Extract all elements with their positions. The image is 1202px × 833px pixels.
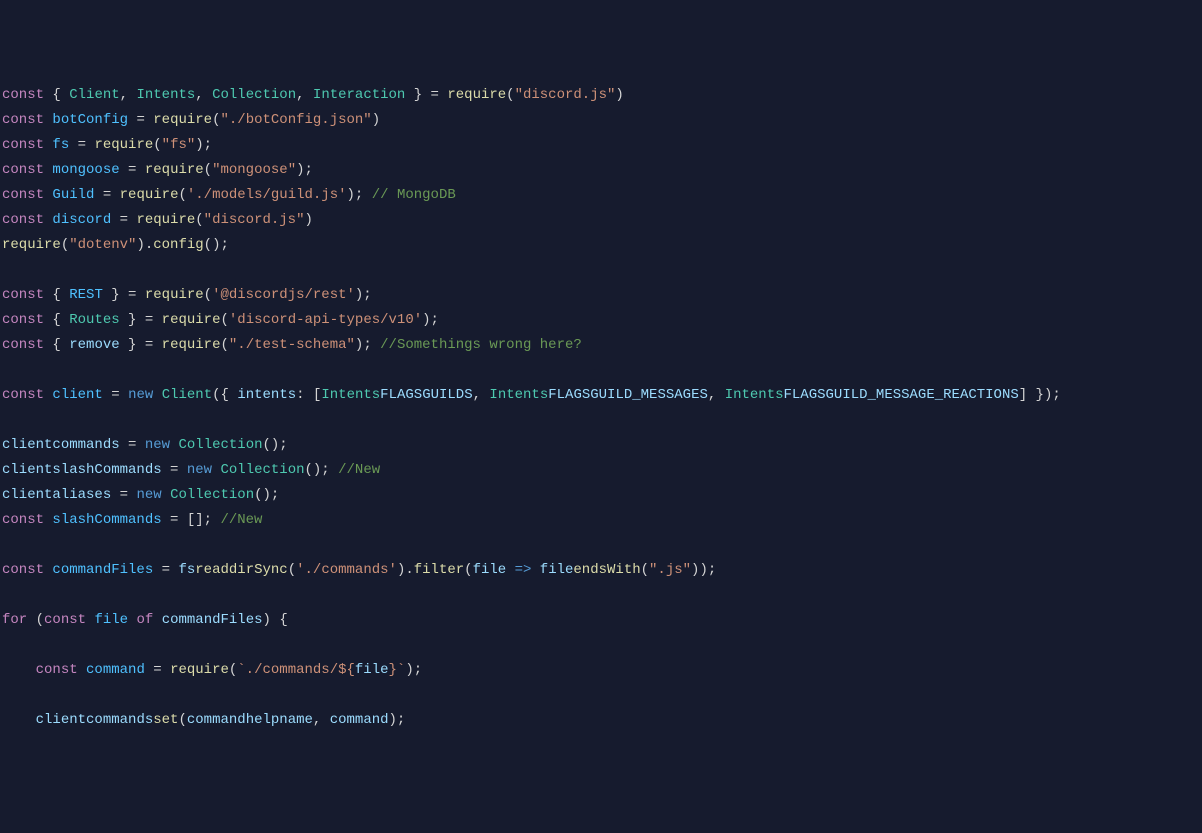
code-line: const command = require(`./commands/${fi… <box>2 662 422 678</box>
code-line: const slashCommands = []; //New <box>2 512 262 528</box>
code-line: const botConfig = require("./botConfig.j… <box>2 112 380 128</box>
code-line: const { Client, Intents, Collection, Int… <box>2 87 624 103</box>
code-line: const fs = require("fs"); <box>2 137 212 153</box>
code-line: const Guild = require('./models/guild.js… <box>2 187 456 203</box>
code-line: require("dotenv").config(); <box>2 237 229 253</box>
code-line: const { Routes } = require('discord-api-… <box>2 312 439 328</box>
code-line: const commandFiles = fsreaddirSync('./co… <box>2 562 716 578</box>
code-line: const client = new Client({ intents: [In… <box>2 387 1061 403</box>
code-line: clientcommands = new Collection(); <box>2 437 288 453</box>
code-line: clientaliases = new Collection(); <box>2 487 279 503</box>
code-line: const discord = require("discord.js") <box>2 212 313 228</box>
code-line: clientslashCommands = new Collection(); … <box>2 462 380 478</box>
code-line: for (const file of commandFiles) { <box>2 612 288 628</box>
code-editor[interactable]: const { Client, Intents, Collection, Int… <box>2 83 1200 733</box>
code-line: const mongoose = require("mongoose"); <box>2 162 313 178</box>
code-line: const { remove } = require("./test-schem… <box>2 337 582 353</box>
code-line: clientcommandsset(commandhelpname, comma… <box>2 712 405 728</box>
code-line: const { REST } = require('@discordjs/res… <box>2 287 372 303</box>
